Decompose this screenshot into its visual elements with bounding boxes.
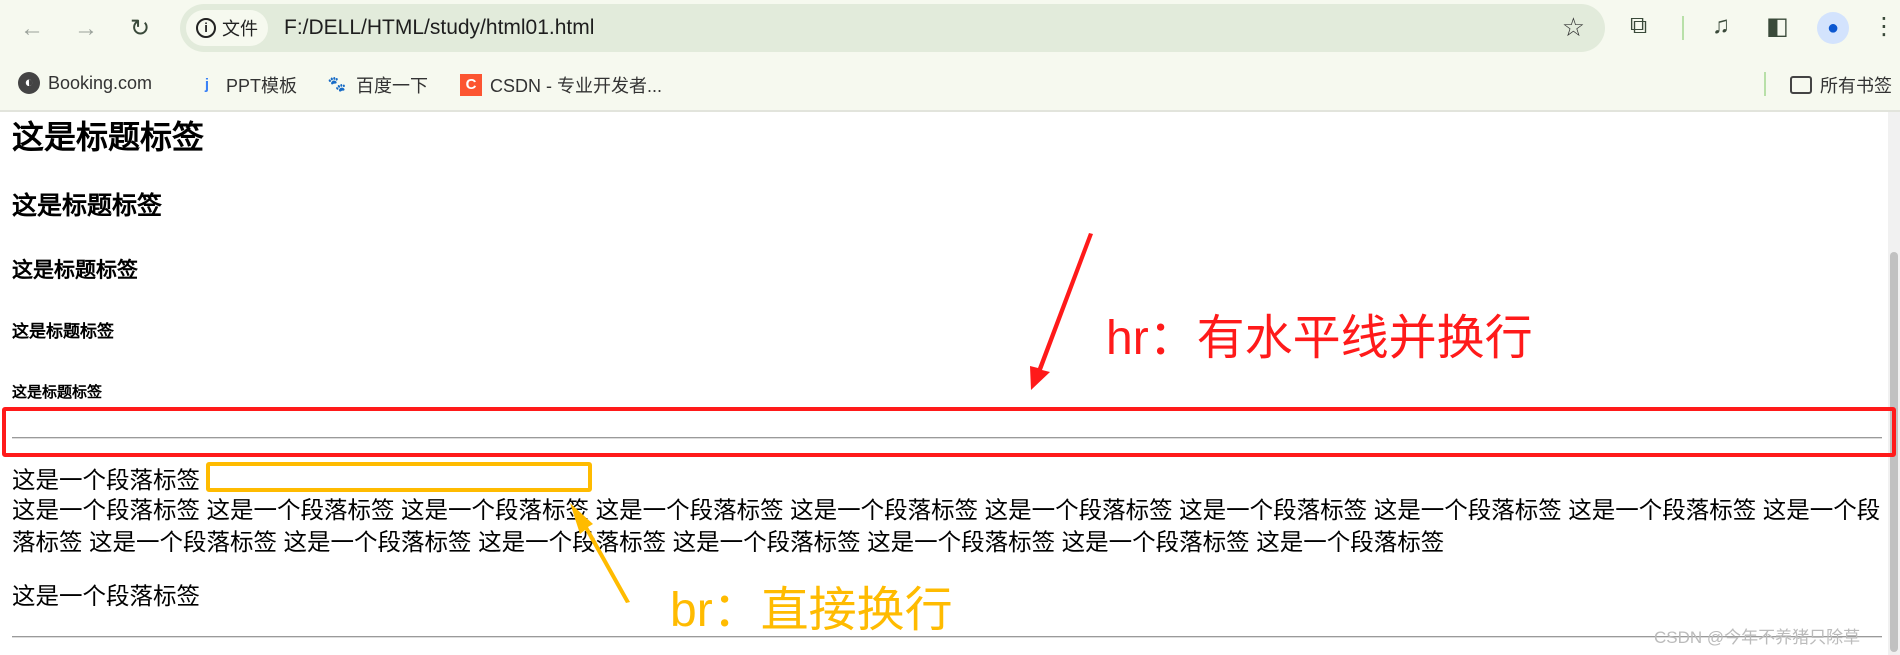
divider (1682, 16, 1684, 40)
reload-icon[interactable]: ↻ (124, 14, 156, 46)
heading-h3: 这是标题标签 (12, 259, 138, 282)
site-info-chip[interactable]: i 文件 (186, 10, 268, 46)
bookmark-label: Booking.com (48, 72, 153, 93)
divider (1764, 72, 1766, 96)
hr-annotation: hr：有水平线并换行 (1106, 312, 1533, 365)
bookmark-csdn[interactable]: C CSDN - 专业开发者... (460, 72, 662, 98)
security-label: 文件 (222, 19, 258, 39)
scrollbar[interactable] (1888, 112, 1900, 655)
heading-h1: 这是标题标签 (12, 119, 205, 155)
heading-h2: 这是标题标签 (12, 192, 163, 220)
heading-h5: 这是标题标签 (12, 384, 103, 401)
watermark: CSDN @今年不养猪只除草 (1654, 628, 1861, 647)
extensions-icon[interactable]: ⧉ (1630, 12, 1647, 40)
heading-h4: 这是标题标签 (12, 322, 114, 341)
info-icon: i (196, 18, 216, 38)
url-text[interactable]: F:/DELL/HTML/study/html01.html (284, 16, 594, 40)
ppt-icon: j (204, 76, 210, 93)
address-bar[interactable]: i 文件 F:/DELL/HTML/study/html01.html ☆ (180, 4, 1605, 52)
bookmarks-bar: ◐ Booking.com j PPT模板 🐾 百度一下 C CSDN - 专业… (0, 58, 1900, 112)
profile-icon[interactable]: ● (1817, 12, 1849, 44)
csdn-icon: C (460, 74, 482, 96)
br-highlight-box (206, 462, 592, 492)
bookmark-baidu[interactable]: 🐾 百度一下 (326, 72, 428, 98)
br-annotation: br：直接换行 (670, 584, 953, 637)
hr-highlight-box (2, 407, 1896, 457)
back-icon[interactable]: ← (16, 14, 48, 46)
star-icon[interactable]: ☆ (1562, 12, 1585, 43)
paragraph-2: 这是一个段落标签 这是一个段落标签 这是一个段落标签 这是一个段落标签 这是一个… (12, 497, 1881, 555)
bookmark-booking[interactable]: ◐ Booking.com (18, 72, 152, 94)
bookmark-label: PPT模板 (226, 76, 298, 96)
globe-icon: ◐ (18, 72, 40, 94)
all-bookmarks-button[interactable]: 所有书签 (1790, 72, 1892, 98)
browser-toolbar: ← → ↻ i 文件 F:/DELL/HTML/study/html01.htm… (0, 0, 1900, 58)
side-panel-icon[interactable]: ◧ (1766, 12, 1789, 41)
folder-icon (1790, 76, 1812, 94)
baidu-icon: 🐾 (327, 76, 347, 93)
media-icon[interactable]: ♫ (1712, 12, 1730, 40)
forward-icon[interactable]: → (70, 14, 102, 46)
menu-icon[interactable]: ⋮ (1872, 12, 1896, 41)
bookmark-label: CSDN - 专业开发者... (490, 76, 663, 96)
bookmark-label: 百度一下 (356, 76, 428, 96)
all-bookmarks-label: 所有书签 (1820, 76, 1892, 96)
bookmark-ppt[interactable]: j PPT模板 (196, 72, 297, 98)
